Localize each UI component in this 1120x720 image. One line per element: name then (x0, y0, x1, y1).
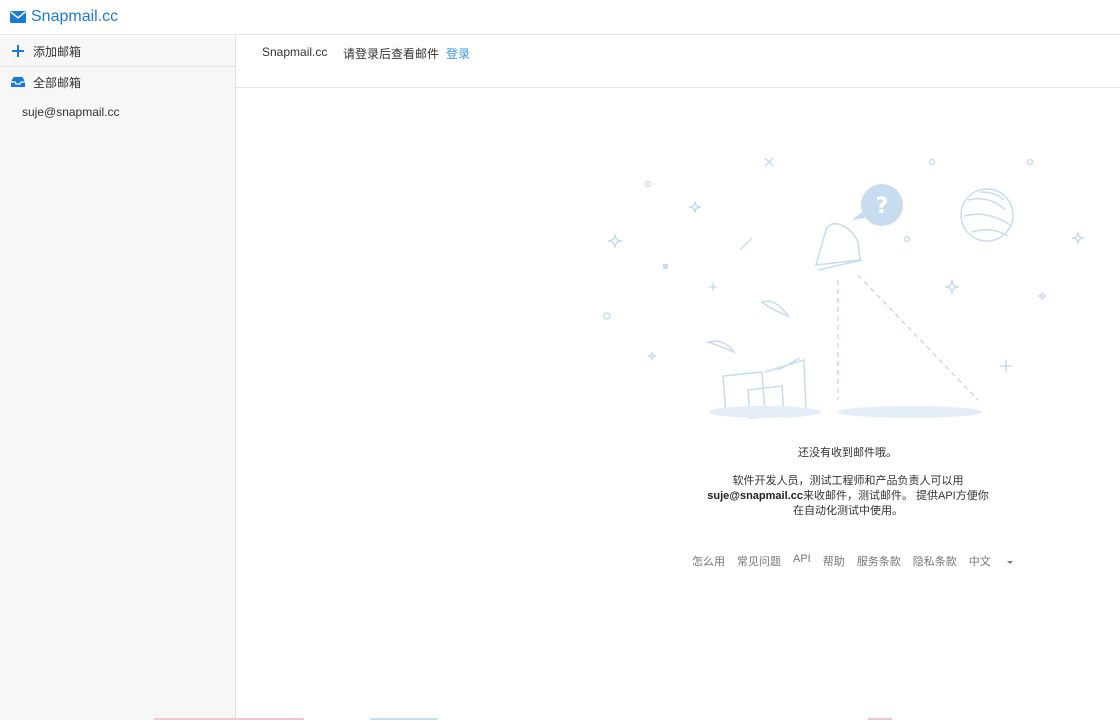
desc-line-1: 软件开发人员，测试工程师和产品负责人可以用 (732, 475, 964, 487)
dot-circle (603, 312, 611, 320)
cross-icon (764, 157, 774, 167)
plus-icon (10, 44, 26, 58)
login-prompt: 请登录后查看邮件 (343, 47, 440, 61)
desc-line-3: 在自动化测试中使用。 (793, 505, 903, 517)
add-mailbox-label: 添加邮箱 (33, 44, 82, 59)
plus-sparkle-icon (709, 283, 717, 291)
brand-logo[interactable]: Snapmail.cc (10, 8, 118, 26)
leaf-icon (705, 340, 737, 354)
main-header: Snapmail.cc 请登录后查看邮件 登录 (236, 36, 1120, 88)
question-mark: ? (876, 194, 889, 219)
all-mailboxes-item[interactable]: 全部邮箱 (0, 67, 235, 97)
star-icon (607, 233, 623, 249)
footer-help-link[interactable]: 帮助 (823, 553, 845, 569)
all-mailboxes-label: 全部邮箱 (33, 75, 82, 90)
footer-links: 怎么用 常见问题 API 帮助 服务条款 隐私条款 中文 (692, 553, 1025, 569)
footer-privacy-link[interactable]: 隐私条款 (913, 553, 957, 569)
plus-sparkle-icon (1000, 360, 1012, 372)
envelope-icon (10, 11, 26, 23)
caret-down-icon (1006, 560, 1013, 564)
beam-line (857, 274, 979, 401)
desc-line-2-rest: 来收邮件，测试邮件。 提供API方便你 (802, 490, 989, 502)
leaf-icon (760, 300, 790, 318)
top-bar: Snapmail.cc (0, 0, 1120, 35)
mailbox-item[interactable]: suje@snapmail.cc (0, 97, 235, 127)
language-dropdown[interactable]: 中文 (969, 553, 1013, 569)
star-icon (647, 351, 657, 361)
header-site-name: Snapmail.cc (262, 45, 328, 59)
lamp-base (817, 259, 863, 271)
language-label: 中文 (968, 556, 991, 568)
footer-terms-link[interactable]: 服务条款 (857, 553, 901, 569)
desc-line-2: suje@snapmail.cc来收邮件，测试邮件。 提供API方便你 (700, 489, 996, 504)
ground-shadow (838, 406, 982, 418)
empty-message: 还没有收到邮件哦。 (798, 447, 897, 459)
footer-how-link[interactable]: 怎么用 (692, 553, 725, 569)
star-icon (944, 279, 960, 295)
add-mailbox-button[interactable]: 添加邮箱 (0, 36, 235, 66)
planet-stripes (963, 191, 1011, 237)
dot-circle (903, 235, 911, 243)
small-square (663, 264, 668, 269)
empty-inbox-illustration: ? (603, 157, 1085, 419)
star-icon (688, 200, 702, 214)
ground-shadow (709, 406, 821, 418)
dot-circle (644, 180, 652, 188)
dot-circle (928, 158, 936, 166)
footer-faq-link[interactable]: 常见问题 (737, 553, 781, 569)
lamp-icon (814, 222, 861, 266)
login-link[interactable]: 登录 (446, 45, 470, 62)
brand-name: Snapmail.cc (31, 8, 119, 25)
star-icon (1071, 231, 1085, 245)
footer-api-link[interactable]: API (793, 553, 811, 569)
sidebar: 添加邮箱 全部邮箱 suje@snapmail.cc (0, 36, 236, 720)
dot-circle (1026, 158, 1034, 166)
inbox-icon (10, 76, 26, 88)
dash-line (739, 237, 753, 251)
empty-description: 软件开发人员，测试工程师和产品负责人可以用 suje@snapmail.cc来收… (700, 474, 996, 519)
star-icon (1037, 291, 1047, 301)
mailbox-address: suje@snapmail.cc (707, 490, 803, 502)
